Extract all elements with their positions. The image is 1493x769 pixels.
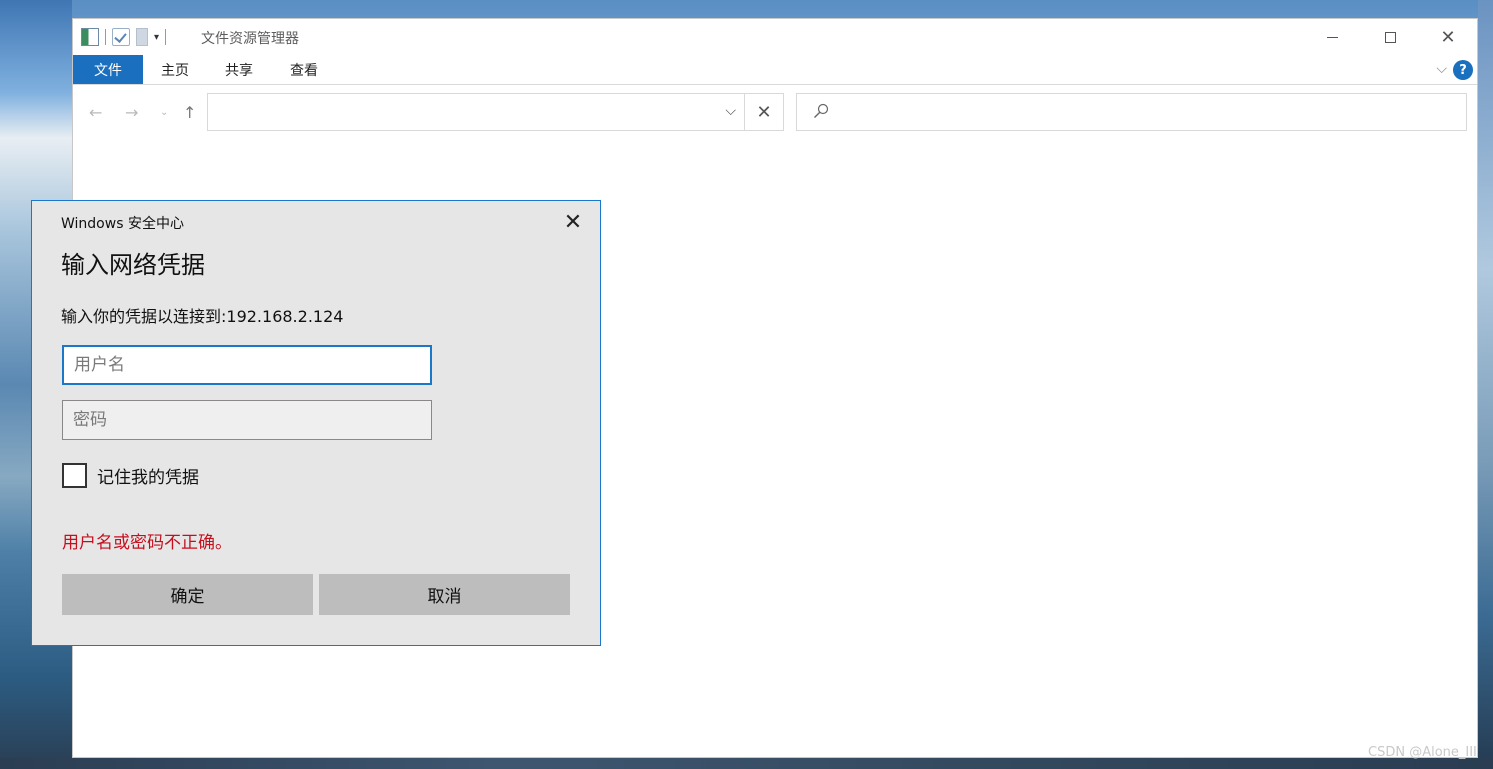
address-dropdown-chevron-icon[interactable]: ⌵: [725, 103, 736, 119]
recent-locations-chevron-icon[interactable]: ⌄: [160, 107, 168, 118]
desktop-background-bottom: [0, 758, 1493, 769]
watermark-text: CSDN @Alone_III: [1368, 745, 1477, 760]
close-icon: ✕: [1440, 26, 1456, 48]
toolbar-divider: [105, 29, 106, 45]
forward-arrow-icon[interactable]: →: [125, 103, 138, 122]
title-bar: ▾ 文件资源管理器 ✕: [73, 19, 1477, 55]
properties-icon[interactable]: [81, 28, 99, 46]
dialog-description: 输入你的凭据以连接到:192.168.2.124: [61, 307, 344, 326]
back-arrow-icon[interactable]: ←: [89, 103, 102, 122]
close-icon: ✕: [563, 209, 583, 235]
search-box[interactable]: [796, 93, 1467, 131]
dialog-close-button[interactable]: ✕: [560, 209, 586, 235]
close-window-button[interactable]: ✕: [1419, 19, 1477, 55]
cancel-button[interactable]: 取消: [319, 574, 570, 615]
expand-ribbon-chevron-icon[interactable]: ⌵: [1436, 61, 1447, 77]
ribbon-tabs: 文件 主页 共享 查看 ⌵ ?: [73, 55, 1477, 85]
maximize-icon: [1384, 31, 1396, 43]
minimize-icon: [1326, 36, 1338, 38]
quick-access-toolbar: ▾: [81, 28, 167, 46]
toolbar-divider: [165, 29, 167, 45]
window-controls: ✕: [1303, 19, 1477, 55]
remember-credentials-option[interactable]: 记住我的凭据: [62, 463, 199, 488]
new-folder-icon[interactable]: [136, 28, 148, 46]
tab-home[interactable]: 主页: [143, 55, 207, 84]
dialog-heading: 输入网络凭据: [61, 251, 205, 279]
checkmark-icon[interactable]: [112, 28, 130, 46]
tab-view[interactable]: 查看: [271, 55, 337, 84]
username-input[interactable]: [62, 345, 432, 385]
up-arrow-icon[interactable]: ↑: [183, 103, 196, 122]
password-input[interactable]: [62, 400, 432, 440]
desktop-background-right: [1478, 0, 1493, 769]
tab-file[interactable]: 文件: [73, 55, 143, 84]
window-title: 文件资源管理器: [201, 31, 299, 47]
dialog-app-name: Windows 安全中心: [61, 216, 184, 232]
close-icon: ✕: [756, 101, 772, 123]
help-button[interactable]: ?: [1453, 60, 1473, 80]
remember-label: 记住我的凭据: [97, 468, 199, 488]
remember-checkbox[interactable]: [62, 463, 87, 488]
address-bar[interactable]: ⌵: [207, 93, 745, 131]
search-icon: [814, 103, 829, 118]
tab-share[interactable]: 共享: [207, 55, 271, 84]
error-message: 用户名或密码不正确。: [62, 533, 232, 553]
navigation-bar: ← → ⌄ ↑ ⌵ ✕: [73, 93, 1477, 133]
maximize-button[interactable]: [1361, 19, 1419, 55]
minimize-button[interactable]: [1303, 19, 1361, 55]
windows-security-credential-dialog: Windows 安全中心 ✕ 输入网络凭据 输入你的凭据以连接到:192.168…: [31, 200, 601, 646]
customize-toolbar-dropdown-icon[interactable]: ▾: [154, 32, 159, 43]
clear-address-button[interactable]: ✕: [745, 93, 784, 131]
ok-button[interactable]: 确定: [62, 574, 313, 615]
